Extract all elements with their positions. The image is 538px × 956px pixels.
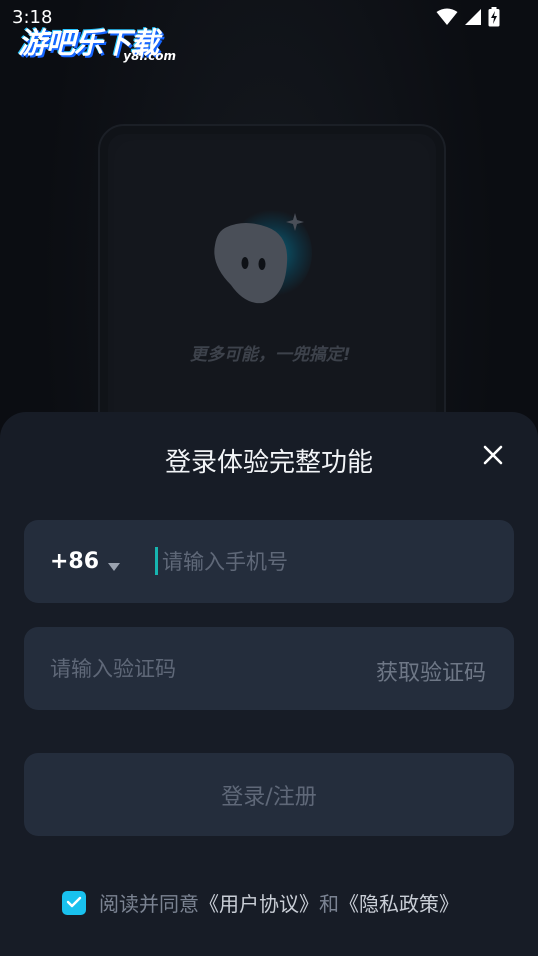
agreement-prefix: 阅读并同意 <box>99 892 199 916</box>
sheet-title: 登录体验完整功能 <box>164 448 373 478</box>
preview-slogan: 更多可能，一兜搞定! <box>190 345 351 365</box>
get-code-button[interactable]: 获取验证码 <box>376 655 486 687</box>
login-register-button[interactable]: 登录/注册 <box>24 753 514 836</box>
signal-icon <box>464 8 482 26</box>
agreement-checkbox[interactable] <box>62 890 86 915</box>
checkmark-icon <box>66 893 82 912</box>
battery-charging-icon <box>488 7 500 27</box>
privacy-policy-link[interactable]: 《隐私政策》 <box>339 888 459 917</box>
caret-down-icon[interactable] <box>108 556 120 575</box>
status-icons <box>436 7 500 27</box>
close-button[interactable] <box>478 442 508 472</box>
phone-field[interactable]: +86 <box>24 520 514 603</box>
login-sheet: 登录体验完整功能 +86 获取验证码 登录/注册 阅读并同意 《用户协议》 和 … <box>0 412 538 956</box>
country-code[interactable]: +86 <box>50 549 99 574</box>
close-icon <box>483 445 503 469</box>
code-input[interactable] <box>48 651 352 687</box>
agreement-conjunction: 和 <box>319 892 339 916</box>
watermark-logo: 游吧乐下载 y8l.com <box>18 20 188 68</box>
agreement-row: 阅读并同意 《用户协议》 和 《隐私政策》 <box>62 888 459 917</box>
phone-input[interactable] <box>160 544 494 580</box>
mascot-icon <box>205 205 315 315</box>
watermark-sub-text: y8l.com <box>123 49 176 63</box>
text-cursor <box>155 547 158 575</box>
user-agreement-link[interactable]: 《用户协议》 <box>199 888 319 917</box>
verification-code-field[interactable]: 获取验证码 <box>24 627 514 710</box>
wifi-icon <box>436 8 458 26</box>
